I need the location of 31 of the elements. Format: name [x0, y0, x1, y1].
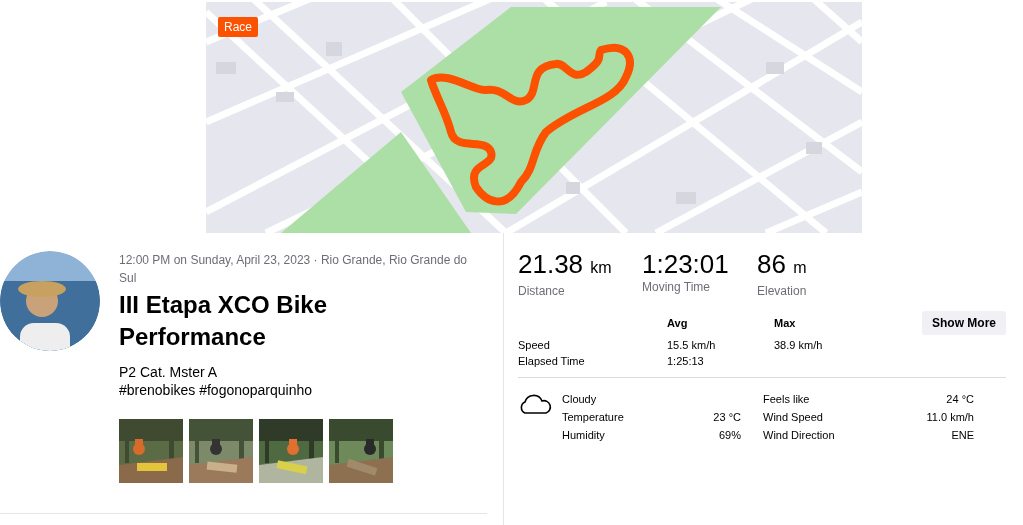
table-cell-text: 15.5 km/h: [667, 339, 717, 351]
activity-title: III Etapa XCO Bike Performance: [119, 290, 329, 352]
row-label: Speed: [518, 339, 551, 351]
weather-label: Temperature: [562, 410, 625, 425]
stat-value: 86 m: [757, 249, 807, 281]
weather-value: 11.0 km/h: [925, 410, 974, 425]
weather-label: Feels like: [763, 392, 811, 407]
cloud-icon: [518, 393, 552, 415]
row-label: Elapsed Time: [518, 355, 586, 367]
weather-value: ENE: [950, 428, 974, 443]
weather-value: 24 °C: [945, 392, 974, 407]
show-more-button[interactable]: Show More: [922, 311, 1006, 335]
description-line: #brenobikes #fogonoparquinho: [119, 381, 314, 399]
description-line: P2 Cat. Mster A: [119, 363, 219, 381]
activity-type-badge: Race: [218, 17, 258, 37]
column-header: Avg: [667, 317, 689, 329]
stat-label: Moving Time: [642, 279, 712, 295]
weather-label: Wind Speed: [763, 410, 824, 425]
date-location: 12:00 PM on Sunday, April 23, 2023 · Rio Grande, Rio Grande do Sul: [119, 252, 468, 287]
table-cell-text: 1:25:13: [667, 355, 705, 367]
stat-value: 1:23:01: [642, 249, 730, 279]
column-header: Max: [774, 317, 797, 329]
weather-condition: Cloudy: [562, 392, 598, 407]
stat-value: 21.38 km: [518, 249, 613, 281]
stat-label: Elevation: [757, 283, 807, 299]
weather-value: 23 °C: [712, 410, 741, 425]
weather-label: Wind Direction: [763, 428, 836, 443]
table-cell-text: 38.9 km/h: [774, 339, 824, 351]
weather-value: 69%: [717, 428, 741, 443]
weather-label: Humidity: [562, 428, 606, 443]
stat-label: Distance: [518, 283, 566, 299]
